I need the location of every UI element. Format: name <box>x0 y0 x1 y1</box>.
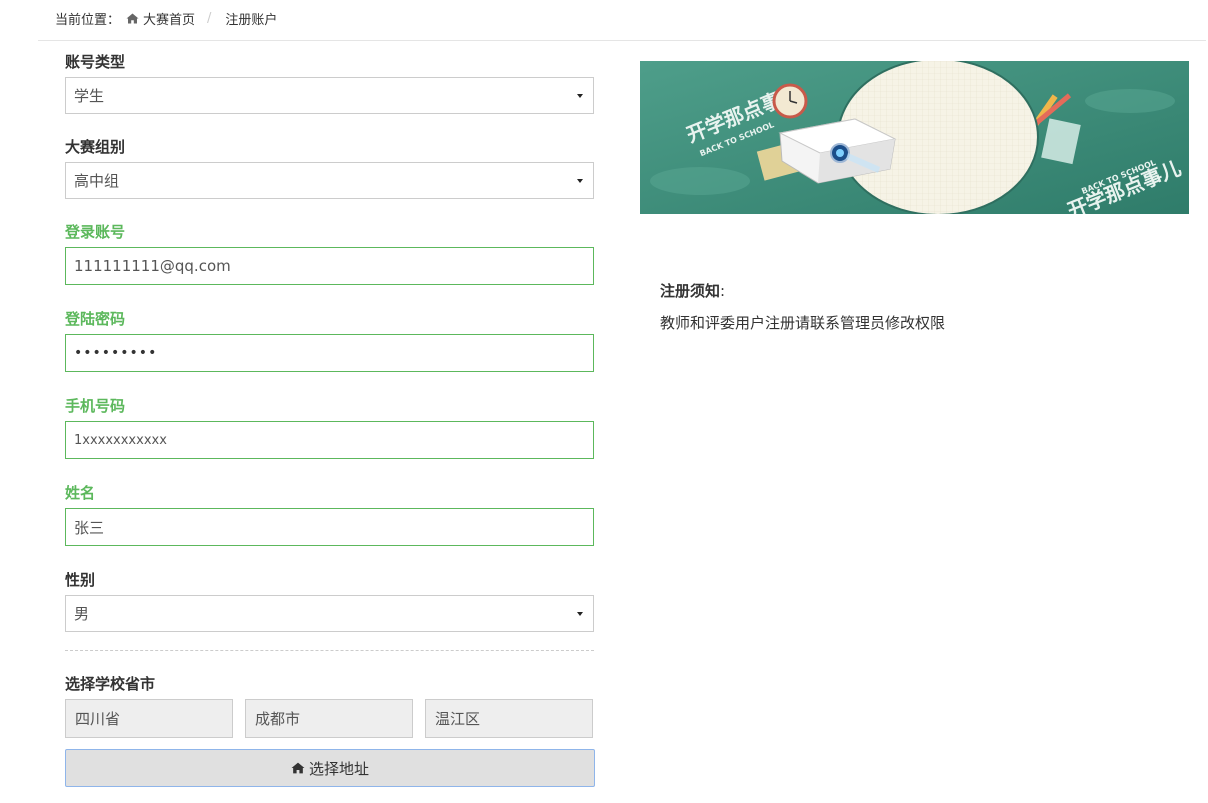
competition-group-label: 大赛组别 <box>65 138 126 156</box>
phone-value: 1xxxxxxxxxxx <box>74 432 167 448</box>
notice-title-colon: : <box>720 282 726 300</box>
name-input[interactable]: 张三 <box>65 508 594 546</box>
district-value: 温江区 <box>435 710 481 728</box>
caret-down-icon <box>577 612 583 616</box>
competition-group-select[interactable]: 高中组 <box>65 162 594 199</box>
login-account-input[interactable]: 111111111@qq.com <box>65 247 594 285</box>
phone-label: 手机号码 <box>65 397 126 415</box>
choose-address-button[interactable]: 选择地址 <box>65 749 595 787</box>
notice-title-text: 注册须知 <box>660 282 721 300</box>
gender-value: 男 <box>74 605 90 623</box>
login-account-label: 登录账号 <box>65 223 126 241</box>
choose-address-label: 选择地址 <box>308 759 369 778</box>
password-value: ••••••••• <box>74 345 158 361</box>
caret-down-icon <box>577 94 583 98</box>
name-label: 姓名 <box>65 484 96 502</box>
breadcrumb-current: 注册账户 <box>225 13 278 28</box>
caret-down-icon <box>577 179 583 183</box>
province-field: 四川省 <box>65 699 233 738</box>
account-type-value: 学生 <box>74 87 105 105</box>
province-value: 四川省 <box>75 710 121 728</box>
home-icon <box>291 762 305 774</box>
banner-illustration: 开学那点事儿 BACK TO SCHOOL 开学那点事儿 BACK TO SCH… <box>640 61 1189 214</box>
password-input[interactable]: ••••••••• <box>65 334 594 372</box>
phone-input[interactable]: 1xxxxxxxxxxx <box>65 421 594 459</box>
school-location-label: 选择学校省市 <box>65 675 156 693</box>
breadcrumb: 当前位置： 大赛首页 / 注册账户 <box>55 9 277 28</box>
notice-text: 教师和评委用户注册请联系管理员修改权限 <box>660 314 946 332</box>
password-label: 登陆密码 <box>65 310 126 328</box>
city-value: 成都市 <box>255 710 301 728</box>
home-icon <box>126 13 139 24</box>
breadcrumb-bar: 当前位置： 大赛首页 / 注册账户 <box>38 0 1206 41</box>
gender-label: 性别 <box>65 571 96 589</box>
breadcrumb-separator: / <box>207 11 212 26</box>
breadcrumb-home-link[interactable]: 大赛首页 <box>143 9 195 28</box>
name-value: 张三 <box>74 518 105 537</box>
account-type-select[interactable]: 学生 <box>65 77 594 114</box>
breadcrumb-prefix: 当前位置： <box>55 13 121 28</box>
notice-title: 注册须知: <box>660 280 725 301</box>
login-account-value: 111111111@qq.com <box>74 257 231 275</box>
city-field: 成都市 <box>245 699 413 738</box>
account-type-label: 账号类型 <box>65 53 126 71</box>
back-to-school-banner: 开学那点事儿 BACK TO SCHOOL 开学那点事儿 BACK TO SCH… <box>640 61 1189 214</box>
form-divider <box>65 650 594 651</box>
district-field: 温江区 <box>425 699 593 738</box>
competition-group-value: 高中组 <box>74 172 120 190</box>
gender-select[interactable]: 男 <box>65 595 594 632</box>
